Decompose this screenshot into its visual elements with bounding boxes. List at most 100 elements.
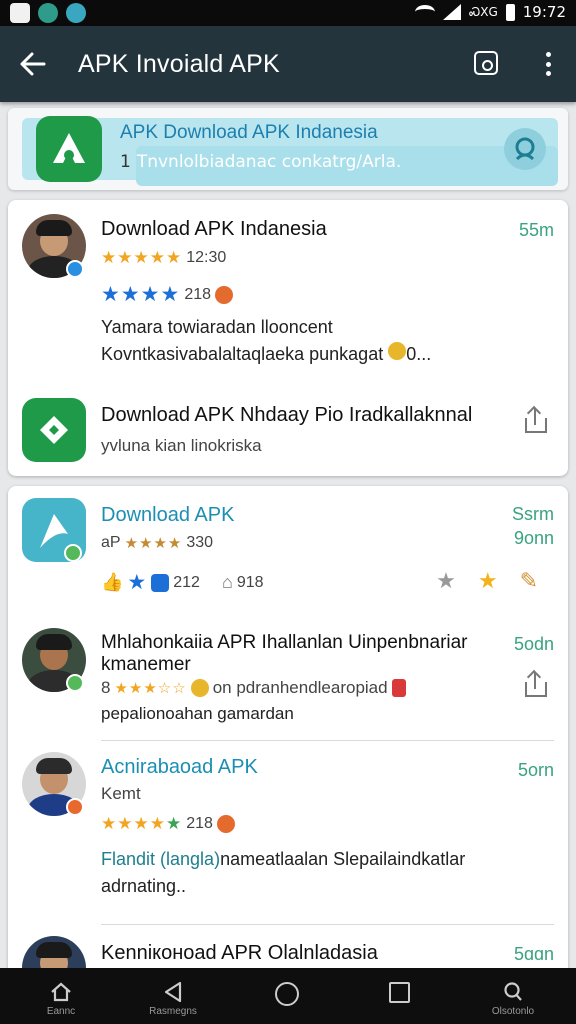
verified-badge-icon (66, 674, 84, 692)
app-card-2: Download APK Ssrm 9onn aP ★★★★ 330 👍 ★ 2… (8, 486, 568, 976)
reaction-icon (215, 285, 234, 304)
flag-icon (391, 679, 406, 697)
share-icon[interactable] (524, 672, 548, 698)
item-body-line1: Yamara towiaradan llooncent (101, 317, 333, 337)
apk-app-icon (22, 398, 86, 462)
nav-overview[interactable] (344, 968, 454, 1024)
meta-text: on pdranhendlearopiad (212, 678, 388, 697)
item-actions: 👍 ★ 212 ⌂ 918 (101, 570, 264, 595)
body-tail: 0... (406, 344, 432, 364)
status-right: ᏍXG 19:72 (415, 3, 566, 21)
banner-subtitle-text: Tnvnlolbiadanac conkatrg/Arla. (136, 152, 402, 172)
feather-icon[interactable]: ✎ (520, 568, 538, 594)
app-notification-icon (38, 3, 58, 23)
wifi-icon (415, 5, 436, 19)
star-rating-icon: ★★★★ (124, 535, 183, 552)
item-time-secondary: 9onn (513, 528, 554, 548)
more-options-icon[interactable] (538, 50, 558, 78)
item-rating: ★★★★★ 218 (101, 814, 235, 834)
banner-number: 1 (120, 152, 131, 172)
download-notification-icon (66, 3, 86, 23)
body-line2-text: Kovntkasivabalaltaqlaeka punkagat (101, 344, 384, 364)
item-title: Kenniконоad APR Olalnladasia (101, 942, 378, 964)
share-icon[interactable] (524, 408, 548, 434)
search-icon[interactable] (504, 128, 546, 170)
like-count: 212 (173, 573, 200, 591)
rating-text: 12:30 (186, 249, 227, 266)
emoji-icon (190, 679, 209, 697)
item-title: Download APK (101, 504, 235, 526)
item-time: 5odn (513, 634, 554, 654)
emoji-icon (388, 342, 407, 360)
item-blue-rating: ★★★★ 218 (101, 282, 234, 307)
network-label: ᏍXG (469, 4, 498, 19)
divider (101, 924, 554, 925)
reaction-icon (216, 815, 235, 833)
home-circle-icon (275, 982, 299, 1006)
star-rating-icon: ★★★★★ (101, 248, 183, 267)
battery-icon (505, 3, 515, 21)
star-rating-icon: ★★★★★ (101, 814, 183, 833)
apk-logo-icon (36, 116, 102, 182)
blue-rating-count: 218 (184, 285, 212, 303)
list-item[interactable]: Download APK Ssrm 9onn aP ★★★★ 330 👍 ★ 2… (8, 486, 568, 608)
checkbox-icon[interactable] (151, 573, 170, 592)
signal-icon (443, 4, 462, 20)
blue-star-icon: ★ (127, 571, 148, 594)
item-subtitle: Kemt (101, 784, 141, 803)
meta-prefix: 8 (101, 678, 111, 697)
status-bar: ᏍXG 19:72 (0, 0, 576, 26)
list-item[interactable]: Download APK Indanesia 55m ★★★★★ 12:30 ★… (8, 200, 568, 390)
gallery-notification-icon (10, 3, 30, 23)
blue-star-icon: ★★★★ (101, 283, 181, 306)
list-item[interactable]: Mhlahonkaiia APR Ihallanlan Uinpenbnaria… (8, 616, 568, 742)
list-item[interactable]: Download APK Nhdaay Pio Iradkallaknnal y… (8, 390, 568, 476)
featured-banner[interactable]: APK Download APK Indanesia 1 Tnvnlolbiada… (8, 108, 568, 190)
item-rating: aP ★★★★ 330 (101, 534, 213, 552)
back-arrow-icon[interactable] (18, 50, 48, 78)
rating-value: 330 (186, 534, 214, 551)
item-time: 5ɑɑn (513, 944, 554, 964)
item-title: Download APK Indanesia (101, 218, 327, 240)
body-highlight: Flandit (langla) (101, 849, 221, 869)
home-icon (51, 982, 71, 1002)
item-time: 5orn (517, 760, 554, 780)
list-item[interactable]: Acnirabaoad APK 5orn Kemt ★★★★★ 218 Flan… (8, 742, 568, 922)
thumbs-up-icon[interactable]: 👍 (101, 572, 123, 593)
status-time: 19:72 (522, 3, 566, 21)
gold-star-icon[interactable]: ★ (478, 568, 498, 594)
camera-icon[interactable] (474, 51, 498, 75)
nav-search[interactable]: Olsotonlo (458, 968, 568, 1024)
badge-icon (66, 798, 84, 816)
divider (101, 740, 554, 741)
rating-prefix: aP (101, 534, 121, 551)
item-title: Acnirabaoad APK (101, 756, 258, 778)
item-time: Ssrm (512, 504, 554, 524)
gray-star-icon[interactable]: ★ (436, 568, 456, 594)
app-bar: APK Invoiald APK (0, 26, 576, 102)
item-body-line1: Flandit (langla)nameatlaalan Slepailaind… (101, 846, 465, 873)
nav-back[interactable]: Rasmegns (118, 968, 228, 1024)
nav-search-label: Olsotonlo (491, 1006, 535, 1017)
item-meta: 8 ★★★☆☆ on pdranhendlearopiad (101, 678, 406, 698)
verified-badge-icon (64, 544, 82, 562)
item-rating: ★★★★★ 12:30 (101, 248, 226, 268)
navigation-bar: Eannc Rasmegns Olsotonlo (0, 968, 576, 1024)
item-title-line2: kmanemer (101, 654, 191, 675)
item-body-line2: Kovntkasivabalaltaqlaeka punkagat 0... (101, 341, 431, 368)
banner-subtitle: 1 Tnvnlolbiadanac conkatrg/Arla. (120, 152, 401, 172)
home-outline-icon[interactable]: ⌂ (222, 572, 233, 593)
star-rating-icon: ★★★☆☆ (114, 680, 187, 697)
nav-recents[interactable] (232, 968, 342, 1024)
item-time: 55m (518, 220, 554, 240)
item-subtitle: yvluna kian linokriska (101, 436, 262, 455)
app-card-1: Download APK Indanesia 55m ★★★★★ 12:30 ★… (8, 200, 568, 476)
overview-square-icon (388, 982, 410, 1003)
item-title: Mhlahonkaiia APR Ihallanlan Uinpenbnaria… (101, 632, 468, 653)
view-count: 918 (236, 573, 264, 591)
nav-home[interactable]: Eannc (6, 968, 116, 1024)
page-title: APK Invoiald APK (78, 50, 280, 78)
search-icon (504, 982, 522, 1001)
back-triangle-icon (164, 981, 182, 1003)
notification-icons (10, 3, 86, 23)
